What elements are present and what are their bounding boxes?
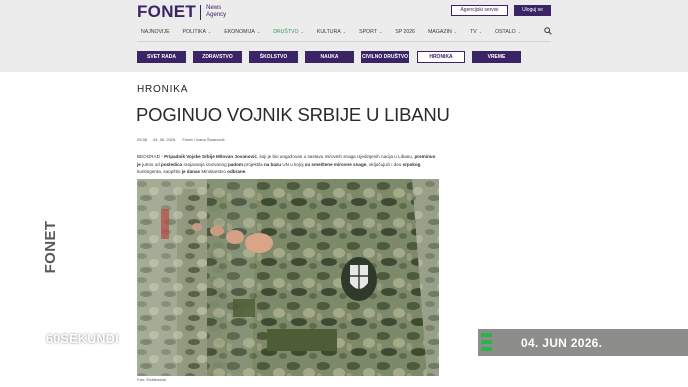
lead-fragment: srpskog [402, 161, 421, 167]
nav-item-label: DRUŠTVO [273, 28, 299, 35]
lead-fragment: Ministarstvo [200, 169, 228, 175]
section-tab[interactable]: HRONIKA [417, 51, 465, 63]
nav-item-kultura[interactable]: KULTURA ⌄ [317, 29, 346, 35]
nav-item-label: KULTURA [316, 28, 341, 35]
chevron-down-icon: ⌄ [256, 29, 261, 34]
lead-fragment: je danas [181, 169, 201, 175]
lead-fragment: padom [227, 161, 243, 167]
lead-fragment: na bazu [263, 161, 282, 167]
section-tab[interactable]: ZDRAVSTVO [193, 51, 242, 63]
lead-fragment: su smeštene mirovne snage [304, 161, 367, 167]
article-lead: BEOGRAD - Pripadnik Vojske Srbije Milova… [137, 153, 439, 176]
site-header: FONET News Agency Agencijski servisi Ulo… [0, 0, 688, 72]
lead-fragment: jutros od [140, 161, 162, 167]
nav-item-label: NAJNOVIJE [141, 28, 170, 35]
section-tab[interactable]: CIVILNO DRUŠTVO [361, 51, 409, 63]
article-category[interactable]: HRONIKA [137, 84, 188, 95]
logo-word: FONET [137, 2, 197, 21]
chevron-down-icon: ⌄ [517, 29, 522, 34]
nav-item-magazin[interactable]: MAGAZIN ⌄ [428, 29, 457, 35]
nav-item-label: SP 2026 [395, 28, 416, 35]
chevron-down-icon: ⌄ [207, 29, 212, 34]
logo-subtitle: News Agency [206, 5, 227, 18]
nav-item-label: MAGAZIN [428, 28, 452, 35]
article-date: 04. 06. 2026. [153, 137, 177, 142]
nav-item-ostalo[interactable]: OSTALO ⌄ [495, 29, 521, 35]
lead-fragment: . [245, 169, 247, 175]
chevron-down-icon: ⌄ [378, 29, 383, 34]
chevron-down-icon: ⌄ [478, 29, 483, 34]
agency-services-button[interactable]: Agencijski servisi [451, 5, 508, 16]
nav-item-label: POLITIKA [182, 28, 206, 35]
lead-fragment: , koji je bio angažovan u sastavu mirovn… [256, 154, 415, 159]
nav-divider [137, 41, 551, 42]
fonet-logo[interactable]: FONET News Agency [137, 3, 236, 21]
date-bar-accent [478, 329, 495, 356]
section-tab[interactable]: ŠKOLSTVO [249, 51, 298, 63]
search-icon[interactable] [544, 27, 552, 35]
logo-divider [200, 4, 202, 20]
nav-item-ekonomija[interactable]: EKONOMIJA ⌄ [224, 29, 260, 35]
vertical-fonet-logo: FONET [38, 217, 62, 277]
lead-fragment: projektila [243, 161, 264, 167]
section-tabs: SVET RADA ZDRAVSTVO ŠKOLSTVO NAUKA CIVILNO D… [137, 51, 551, 63]
nav-item-tv[interactable]: TV ⌄ [470, 29, 482, 35]
vertical-logo-text: FONET [42, 220, 59, 274]
lead-fragment: , uključujući i deo [366, 161, 403, 167]
nav-item-sport[interactable]: SPORT ⌄ [359, 29, 382, 35]
soldiers-photo-illustration [137, 179, 439, 376]
article-author: Fonet / Ivana Šaranović [182, 137, 225, 142]
chevron-down-icon: ⌄ [453, 29, 458, 34]
lead-fragment: odbrane [227, 169, 246, 175]
lead-fragment: Pripadnik Vojske Srbije Milovan Jovanovi… [164, 154, 257, 159]
section-tab[interactable]: VREME [472, 51, 521, 63]
broadcast-date: 04. JUN 2026. [521, 336, 603, 350]
photo-caption: Foto: Shutterstock [137, 378, 167, 382]
article-meta: 09:38 04. 06. 2026. Fonet / Ivana Šarano… [137, 137, 231, 142]
lead-fragment: BEOGRAD - [137, 154, 165, 159]
nav-item-label: TV [470, 28, 477, 35]
nav-item-label: SPORT [359, 28, 377, 35]
chevron-down-icon: ⌄ [300, 29, 304, 34]
article-title: POGINUO VOJNIK SRBIJE U LIBANU [136, 104, 450, 125]
nav-item-label: EKONOMIJA [224, 28, 255, 35]
section-tab[interactable]: NAUKA [305, 51, 354, 63]
article-photo [137, 179, 439, 376]
lead-fragment: ranjavanja izazvanog [182, 161, 228, 167]
main-nav: NAJNOVIJE POLITIKA ⌄ EKONOMIJA ⌄ DRUŠTVO ⌄ KULT… [141, 27, 534, 36]
section-tab[interactable]: SVET RADA [137, 51, 186, 63]
article-time: 09:38 [137, 137, 148, 142]
nav-item-sp-2026[interactable]: SP 2026 [395, 29, 415, 35]
nav-item-društvo[interactable]: DRUŠTVO ⌄ [273, 29, 304, 35]
lead-fragment: posledica [161, 161, 183, 167]
nav-item-politika[interactable]: POLITIKA ⌄ [183, 29, 212, 35]
60sekundi-brand: 60SEKUNDI [46, 332, 119, 346]
nav-item-najnovije[interactable]: NAJNOVIJE [141, 29, 170, 35]
login-button[interactable]: Uloguj se [514, 5, 551, 16]
chevron-down-icon: ⌄ [342, 29, 347, 34]
lead-fragment: UN u kojoj [281, 161, 305, 167]
lead-fragment: kontingenta, saopštio [137, 169, 182, 175]
nav-item-label: OSTALO [495, 28, 516, 35]
